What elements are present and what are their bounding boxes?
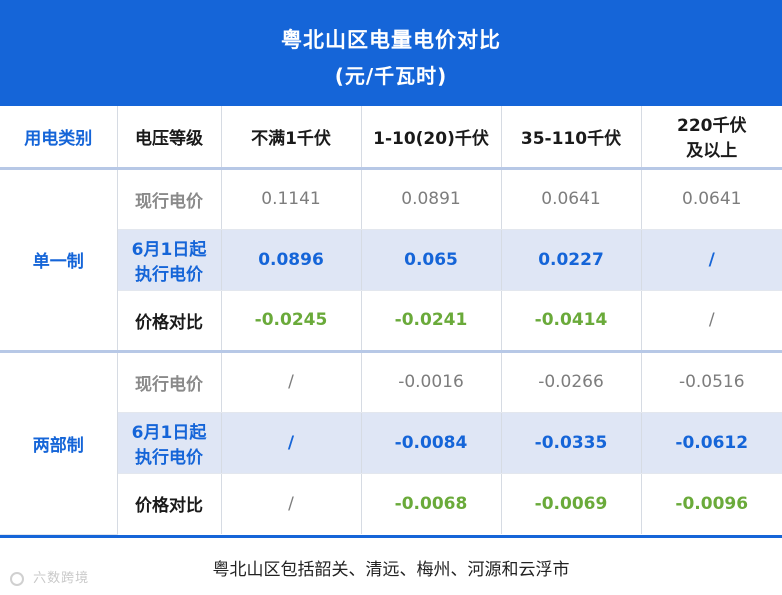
table-cell: -0.0084 <box>361 412 502 474</box>
column-header-220kv-above: 220千伏 及以上 <box>641 106 782 170</box>
table-cell: / <box>221 412 362 474</box>
row-label: 6月1日起 执行电价 <box>117 412 222 474</box>
row-label-line2: 执行电价 <box>135 264 203 285</box>
row-label-line1: 6月1日起 <box>131 239 207 260</box>
table-cell: / <box>221 473 362 534</box>
table-cell: 0.0891 <box>361 168 502 230</box>
unit-subtitle: (元/千瓦时) <box>334 64 448 88</box>
row-label: 6月1日起 执行电价 <box>117 229 222 291</box>
table-cell: -0.0414 <box>501 290 642 353</box>
watermark-text: 六数跨境 <box>33 571 90 586</box>
table-header-banner: 粤北山区电量电价对比 (元/千瓦时) <box>0 0 782 106</box>
table-cell: 0.065 <box>361 229 502 291</box>
table-row: 价格对比 / -0.0068 -0.0069 -0.0096 <box>0 473 782 534</box>
table-cell: -0.0245 <box>221 290 362 353</box>
group-label-single: 单一制 <box>0 168 118 353</box>
column-header-category: 用电类别 <box>0 106 118 170</box>
column-header-row: 用电类别 电压等级 不满1千伏 1-10(20)千伏 35-110千伏 220千… <box>0 106 782 170</box>
column-header-1-10kv: 1-10(20)千伏 <box>361 106 502 170</box>
table-cell: 0.1141 <box>221 168 362 230</box>
table-cell: 0.0641 <box>501 168 642 230</box>
row-label: 现行电价 <box>117 351 222 413</box>
table-row: 单一制 现行电价 0.1141 0.0891 0.0641 0.0641 <box>0 168 782 353</box>
table-cell: -0.0016 <box>361 351 502 413</box>
table-footer: 粤北山区包括韶关、清远、梅州、河源和云浮市 六数跨境 <box>0 535 782 595</box>
footnote: 粤北山区包括韶关、清远、梅州、河源和云浮市 <box>212 560 570 580</box>
table-row: 价格对比 -0.0245 -0.0241 -0.0414 / <box>0 290 782 353</box>
table-cell: / <box>641 229 782 291</box>
table-row: 6月1日起 执行电价 / -0.0084 -0.0335 -0.0612 <box>0 412 782 474</box>
table-cell: -0.0516 <box>641 351 782 413</box>
group-label-two-part: 两部制 <box>0 351 118 535</box>
row-label: 价格对比 <box>117 290 222 353</box>
table-cell: -0.0612 <box>641 412 782 474</box>
table-cell: -0.0266 <box>501 351 642 413</box>
table-cell: 0.0641 <box>641 168 782 230</box>
row-label-line2: 执行电价 <box>135 447 203 468</box>
column-header-35-110kv: 35-110千伏 <box>501 106 642 170</box>
price-comparison-table: 用电类别 电压等级 不满1千伏 1-10(20)千伏 35-110千伏 220千… <box>0 106 782 535</box>
watermark-logo: 六数跨境 <box>10 567 89 586</box>
column-header-220kv-line1: 220千伏 <box>677 116 747 137</box>
table-cell: -0.0096 <box>675 493 749 514</box>
row-label: 价格对比 <box>117 473 222 534</box>
table-row: 两部制 现行电价 / -0.0016 -0.0266 -0.0516 <box>0 351 782 535</box>
table-cell: -0.0335 <box>501 412 642 474</box>
page-title: 粤北山区电量电价对比 <box>281 28 501 52</box>
table-row: 6月1日起 执行电价 0.0896 0.065 0.0227 / <box>0 229 782 291</box>
table-cell: 0.0896 <box>221 229 362 291</box>
row-label-line1: 6月1日起 <box>131 422 207 443</box>
table-cell: -0.0068 <box>361 473 502 534</box>
table-cell: 0.0227 <box>501 229 642 291</box>
column-header-under-1kv: 不满1千伏 <box>221 106 362 170</box>
table-cell: -0.0069 <box>501 473 642 534</box>
column-header-220kv-line2: 及以上 <box>686 141 738 162</box>
table-cell: -0.0241 <box>361 290 502 353</box>
table-cell: / <box>641 290 782 353</box>
table-cell: / <box>221 351 362 413</box>
row-label: 现行电价 <box>117 168 222 230</box>
watermark-icon <box>10 571 24 586</box>
column-header-voltage: 电压等级 <box>117 106 222 170</box>
